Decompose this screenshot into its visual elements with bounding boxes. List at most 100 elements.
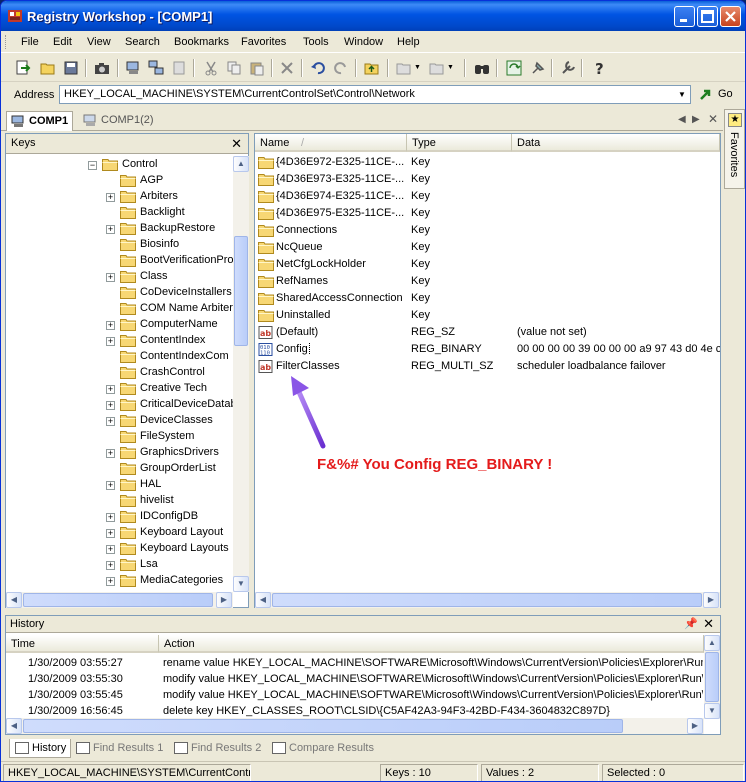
- expand-icon[interactable]: +: [106, 449, 115, 458]
- address-dropdown-icon[interactable]: ▼: [675, 87, 689, 102]
- tree-item[interactable]: + HAL: [6, 477, 234, 493]
- tree-item[interactable]: + IDConfigDB: [6, 509, 234, 525]
- keys-hscroll-thumb[interactable]: [23, 593, 213, 607]
- expand-icon[interactable]: +: [106, 321, 115, 330]
- tab-find-results-1[interactable]: Find Results 1: [71, 739, 167, 758]
- values-hscroll-thumb[interactable]: [272, 593, 702, 607]
- delete-icon[interactable]: [279, 60, 295, 76]
- tree-item[interactable]: hivelist: [6, 493, 234, 509]
- history-row[interactable]: 1/30/2009 03:55:27 rename value HKEY_LOCA…: [6, 655, 704, 671]
- tree-item[interactable]: Biosinfo: [6, 237, 234, 253]
- value-row[interactable]: {4D36E975-E325-11CE-... Key: [255, 205, 720, 222]
- values-horizontal-scrollbar[interactable]: ◀ ▶: [255, 592, 720, 608]
- export-icon[interactable]: [15, 60, 31, 76]
- bookmark-pin-icon[interactable]: [530, 60, 546, 76]
- history-row[interactable]: 1/30/2009 03:55:30 modify value HKEY_LOCA…: [6, 671, 704, 687]
- expand-icon[interactable]: +: [106, 225, 115, 234]
- menu-search[interactable]: Search: [125, 36, 160, 48]
- go-button[interactable]: Go: [698, 87, 742, 103]
- menu-tools[interactable]: Tools: [303, 36, 329, 48]
- tree-item[interactable]: GroupOrderList: [6, 461, 234, 477]
- scroll-up-icon[interactable]: ▲: [704, 635, 720, 651]
- close-history-icon[interactable]: ✕: [703, 616, 714, 632]
- tree-item[interactable]: CoDeviceInstallers: [6, 285, 234, 301]
- title-bar[interactable]: Registry Workshop - [COMP1]: [1, 1, 745, 31]
- tree-item[interactable]: + BackupRestore: [6, 221, 234, 237]
- tree-item[interactable]: BootVerificationPro: [6, 253, 234, 269]
- tree-item[interactable]: COM Name Arbiter: [6, 301, 234, 317]
- expand-icon[interactable]: +: [106, 545, 115, 554]
- tab-comp1[interactable]: COMP1: [6, 111, 74, 131]
- value-row[interactable]: Uninstalled Key: [255, 307, 720, 324]
- pin-icon[interactable]: 📌: [684, 617, 698, 630]
- address-input[interactable]: HKEY_LOCAL_MACHINE\SYSTEM\CurrentControl…: [59, 85, 691, 104]
- value-row[interactable]: 010 110 Config REG_BINARY 00 00 00 00 39 00 …: [255, 341, 720, 358]
- history-hscroll-thumb[interactable]: [23, 719, 623, 733]
- expand-icon[interactable]: +: [106, 417, 115, 426]
- menu-grip[interactable]: [5, 35, 8, 49]
- column-header-type[interactable]: Type: [407, 134, 512, 152]
- favorites-panel-tab[interactable]: ★ Favorites: [724, 109, 745, 189]
- refresh-icon[interactable]: [506, 60, 522, 76]
- up-folder-icon[interactable]: [364, 60, 380, 76]
- expand-icon[interactable]: +: [106, 401, 115, 410]
- history-row[interactable]: 1/30/2009 16:56:45 delete key HKEY_CLASSE…: [6, 703, 704, 719]
- value-row[interactable]: NetCfgLockHolder Key: [255, 256, 720, 273]
- keys-scroll-thumb[interactable]: [234, 236, 248, 346]
- tree-item[interactable]: + Creative Tech: [6, 381, 234, 397]
- tree-item[interactable]: + ContentIndex: [6, 333, 234, 349]
- close-window-button[interactable]: [720, 6, 741, 27]
- scroll-left-icon[interactable]: ◀: [6, 592, 22, 608]
- new-value-icon[interactable]: [429, 60, 445, 76]
- scroll-left-icon[interactable]: ◀: [255, 592, 271, 608]
- menu-bookmarks[interactable]: Bookmarks: [174, 36, 229, 48]
- value-row[interactable]: RefNames Key: [255, 273, 720, 290]
- new-value-dropdown-icon[interactable]: ▼: [447, 64, 463, 80]
- column-header-name[interactable]: Name /: [255, 134, 407, 152]
- tab-find-results-2[interactable]: Find Results 2: [169, 739, 265, 758]
- keys-horizontal-scrollbar[interactable]: ◀ ▶: [6, 592, 233, 608]
- copy-icon[interactable]: [226, 60, 242, 76]
- tree-item[interactable]: − Control: [6, 157, 234, 173]
- tree-item[interactable]: + CriticalDeviceDatab: [6, 397, 234, 413]
- disconnect-icon[interactable]: [171, 60, 187, 76]
- tab-compare-results[interactable]: Compare Results: [267, 739, 378, 758]
- menu-favorites[interactable]: Favorites: [241, 36, 286, 48]
- history-scroll-thumb[interactable]: [705, 652, 719, 702]
- value-row[interactable]: NcQueue Key: [255, 239, 720, 256]
- value-row[interactable]: {4D36E973-E325-11CE-... Key: [255, 171, 720, 188]
- tree-item[interactable]: Backlight: [6, 205, 234, 221]
- cut-icon[interactable]: [203, 60, 219, 76]
- scroll-right-icon[interactable]: ▶: [216, 592, 232, 608]
- tree-item[interactable]: FileSystem: [6, 429, 234, 445]
- remote-computer-icon[interactable]: [148, 60, 164, 76]
- history-row[interactable]: 1/30/2009 03:55:45 modify value HKEY_LOCA…: [6, 687, 704, 703]
- column-header-data[interactable]: Data: [512, 134, 720, 152]
- minimize-button[interactable]: [674, 6, 695, 27]
- help-icon[interactable]: ?: [591, 60, 607, 76]
- undo-icon[interactable]: [310, 60, 326, 76]
- value-row[interactable]: {4D36E972-E325-11CE-... Key: [255, 154, 720, 171]
- menu-edit[interactable]: Edit: [53, 36, 72, 48]
- history-column-time[interactable]: Time: [6, 635, 159, 653]
- save-icon[interactable]: [63, 60, 79, 76]
- tree-item[interactable]: + Class: [6, 269, 234, 285]
- expand-icon[interactable]: +: [106, 385, 115, 394]
- menu-view[interactable]: View: [87, 36, 111, 48]
- close-keys-pane-icon[interactable]: ✕: [231, 136, 242, 152]
- tools-wrench-icon[interactable]: [560, 60, 576, 76]
- expand-icon[interactable]: +: [106, 561, 115, 570]
- scroll-down-icon[interactable]: ▼: [233, 576, 249, 592]
- scroll-up-icon[interactable]: ▲: [233, 156, 249, 172]
- tab-history[interactable]: History: [9, 739, 72, 758]
- tab-scroll-right-icon[interactable]: ▶: [692, 114, 700, 125]
- tree-item[interactable]: + Arbiters: [6, 189, 234, 205]
- paste-icon[interactable]: [249, 60, 265, 76]
- open-folder-icon[interactable]: [40, 60, 56, 76]
- close-tab-icon[interactable]: ✕: [708, 112, 718, 126]
- tree-item[interactable]: CrashControl: [6, 365, 234, 381]
- expand-icon[interactable]: +: [106, 193, 115, 202]
- connect-computer-icon[interactable]: [125, 60, 141, 76]
- find-binoculars-icon[interactable]: [474, 60, 490, 76]
- tree-item[interactable]: AGP: [6, 173, 234, 189]
